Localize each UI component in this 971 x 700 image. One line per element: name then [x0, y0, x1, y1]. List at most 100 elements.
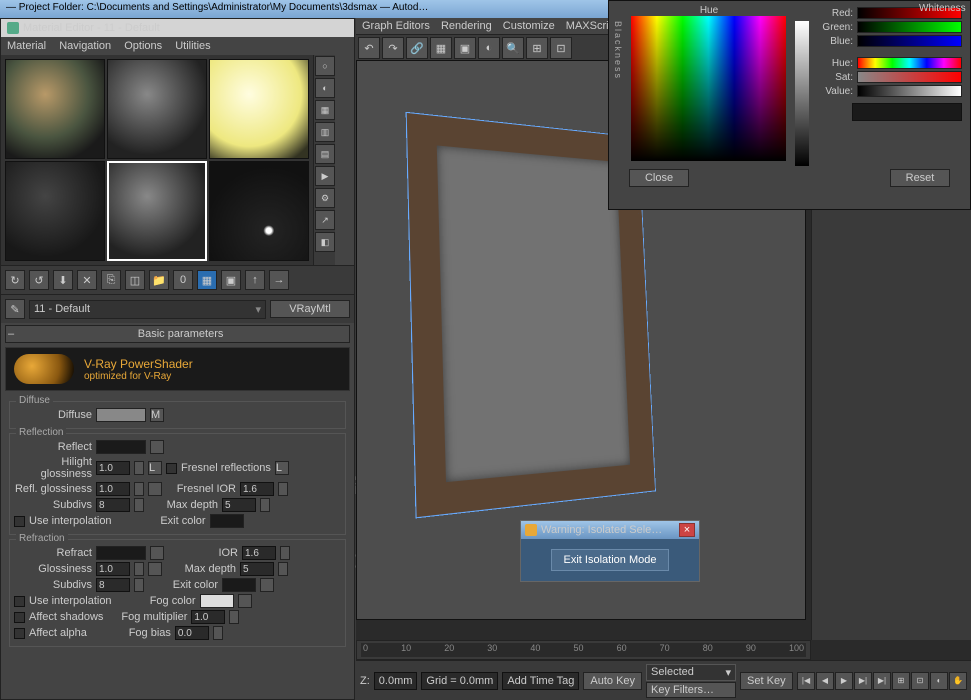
- toolbar-button[interactable]: ↶: [358, 37, 380, 59]
- next-frame-button[interactable]: ▶|: [854, 672, 872, 690]
- refract-color-swatch[interactable]: [96, 546, 146, 560]
- color-field[interactable]: [631, 16, 786, 161]
- preview-button[interactable]: ▶: [315, 166, 335, 186]
- nav-button[interactable]: ⊡: [911, 672, 929, 690]
- nav-button[interactable]: ✋: [949, 672, 967, 690]
- key-filters-button[interactable]: Key Filters…: [646, 682, 736, 698]
- subdivs-spinner[interactable]: 8: [96, 498, 130, 512]
- spinner-buttons[interactable]: [134, 482, 144, 496]
- select-by-material-button[interactable]: ↗: [315, 210, 335, 230]
- spinner-buttons[interactable]: [278, 562, 288, 576]
- blue-slider[interactable]: [857, 35, 962, 47]
- get-material-button[interactable]: ↻: [5, 270, 25, 290]
- toolbar-button[interactable]: ⊞: [526, 37, 548, 59]
- toolbar-button[interactable]: 🔗: [406, 37, 428, 59]
- auto-key-button[interactable]: Auto Key: [583, 672, 642, 690]
- sample-type-button[interactable]: ○: [315, 56, 335, 76]
- toolbar-button[interactable]: ◐: [478, 37, 500, 59]
- refract-map-button[interactable]: [150, 546, 164, 560]
- material-editor-title-bar[interactable]: Material Editor - 11 - Default: [1, 19, 354, 37]
- menu-graph-editors[interactable]: Graph Editors: [362, 20, 430, 32]
- material-slot-2[interactable]: [107, 59, 207, 159]
- diffuse-map-button[interactable]: M: [150, 408, 164, 422]
- toolbar-button[interactable]: ↷: [382, 37, 404, 59]
- toolbar-button[interactable]: ⊡: [550, 37, 572, 59]
- nav-button[interactable]: ◐: [930, 672, 948, 690]
- make-unique-button[interactable]: ◫: [125, 270, 145, 290]
- material-map-nav-button[interactable]: ◧: [315, 232, 335, 252]
- menu-customize[interactable]: Customize: [503, 20, 555, 32]
- fog-color-swatch[interactable]: [200, 594, 234, 608]
- toolbar-button[interactable]: ▦: [430, 37, 452, 59]
- go-parent-button[interactable]: ↑: [245, 270, 265, 290]
- spinner-buttons[interactable]: [260, 498, 270, 512]
- fresnel-ior-spinner[interactable]: 1.6: [240, 482, 274, 496]
- sample-uv-button[interactable]: ▥: [315, 122, 335, 142]
- nav-button[interactable]: ⊞: [892, 672, 910, 690]
- refr-gloss-map-button[interactable]: [148, 562, 162, 576]
- spinner-buttons[interactable]: [229, 610, 239, 624]
- fog-color-map-button[interactable]: [238, 594, 252, 608]
- maxdepth-spinner[interactable]: 5: [222, 498, 256, 512]
- material-slot-5-active[interactable]: [107, 161, 207, 261]
- use-interp-checkbox[interactable]: [14, 516, 25, 527]
- refr-subdivs-spinner[interactable]: 8: [96, 578, 130, 592]
- material-type-button[interactable]: VRayMtl: [270, 300, 350, 318]
- spinner-buttons[interactable]: [134, 498, 144, 512]
- copy-button[interactable]: ⎘: [101, 270, 121, 290]
- material-slot-4[interactable]: [5, 161, 105, 261]
- material-slot-3[interactable]: [209, 59, 309, 159]
- refr-maxdepth-spinner[interactable]: 5: [240, 562, 274, 576]
- diffuse-color-swatch[interactable]: [96, 408, 146, 422]
- refr-gloss-spinner[interactable]: 1.0: [96, 562, 130, 576]
- time-slider[interactable]: 0 10 20 30 40 50 60 70 80 90 100: [356, 640, 811, 660]
- refr-exit-swatch[interactable]: [222, 578, 256, 592]
- spinner-buttons[interactable]: [134, 461, 144, 475]
- exit-isolation-button[interactable]: Exit Isolation Mode: [551, 549, 670, 571]
- spinner-buttons[interactable]: [134, 562, 144, 576]
- z-field[interactable]: 0.0mm: [374, 672, 418, 690]
- fresnel-checkbox[interactable]: [166, 463, 177, 474]
- menu-utilities[interactable]: Utilities: [175, 40, 210, 52]
- fog-mult-spinner[interactable]: 1.0: [191, 610, 225, 624]
- put-to-scene-button[interactable]: ↺: [29, 270, 49, 290]
- menu-navigation[interactable]: Navigation: [59, 40, 111, 52]
- reflgloss-map-button[interactable]: [148, 482, 162, 496]
- whiteness-slider[interactable]: [795, 21, 809, 166]
- background-button[interactable]: ▦: [315, 100, 335, 120]
- put-to-library-button[interactable]: 📁: [149, 270, 169, 290]
- set-key-button[interactable]: Set Key: [740, 672, 793, 690]
- hilight-spinner[interactable]: 1.0: [96, 461, 130, 475]
- hue-slider[interactable]: [857, 57, 962, 69]
- prev-frame-button[interactable]: ◀: [816, 672, 834, 690]
- value-slider[interactable]: [857, 85, 962, 97]
- material-name-dropdown[interactable]: 11 - Default ▾: [29, 300, 266, 319]
- material-id-button[interactable]: 0: [173, 270, 193, 290]
- reflect-color-swatch[interactable]: [96, 440, 146, 454]
- menu-rendering[interactable]: Rendering: [441, 20, 492, 32]
- refr-use-interp-checkbox[interactable]: [14, 596, 25, 607]
- sat-slider[interactable]: [857, 71, 962, 83]
- green-slider[interactable]: [857, 21, 962, 33]
- affect-shadows-checkbox[interactable]: [14, 612, 25, 623]
- ior-spinner[interactable]: 1.6: [242, 546, 276, 560]
- material-slot-1[interactable]: [5, 59, 105, 159]
- spinner-buttons[interactable]: [134, 578, 144, 592]
- color-result-swatch[interactable]: [852, 103, 962, 121]
- goto-start-button[interactable]: |◀: [797, 672, 815, 690]
- play-button[interactable]: ▶: [835, 672, 853, 690]
- rollup-basic-parameters[interactable]: –Basic parameters: [5, 325, 350, 343]
- refr-exit-map-button[interactable]: [260, 578, 274, 592]
- reflect-map-button[interactable]: [150, 440, 164, 454]
- pick-material-button[interactable]: ✎: [5, 299, 25, 319]
- backlight-button[interactable]: ◐: [315, 78, 335, 98]
- spinner-buttons[interactable]: [278, 482, 288, 496]
- hilight-lock-button[interactable]: L: [148, 461, 162, 475]
- fog-bias-spinner[interactable]: 0.0: [175, 626, 209, 640]
- reset-button[interactable]: Reset: [890, 169, 950, 187]
- toolbar-button[interactable]: 🔍: [502, 37, 524, 59]
- spinner-buttons[interactable]: [280, 546, 290, 560]
- spinner-buttons[interactable]: [213, 626, 223, 640]
- close-button[interactable]: Close: [629, 169, 689, 187]
- show-map-button[interactable]: ▦: [197, 270, 217, 290]
